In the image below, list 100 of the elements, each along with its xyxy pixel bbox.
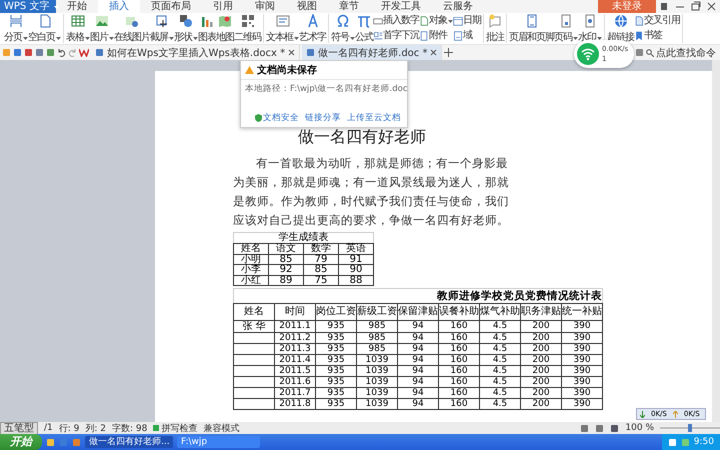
ribbon-button[interactable]: 图片 <box>90 14 114 43</box>
ribbon-small-button[interactable]: 书签 <box>634 30 680 42</box>
ribbon-button[interactable]: 分页 <box>4 14 28 43</box>
ribbon-button[interactable]: 空白页 <box>28 14 61 43</box>
wifi-icon <box>577 43 599 65</box>
ribbon-button[interactable]: 符号 <box>331 14 355 43</box>
popup-link[interactable]: 文档安全 <box>255 112 299 124</box>
calendar-icon <box>453 16 463 26</box>
table-cell: 390 <box>562 388 602 398</box>
scrollbar[interactable] <box>712 60 720 422</box>
input-method[interactable]: 五笔型 <box>0 422 38 434</box>
page-break-icon <box>9 14 23 28</box>
table-cell: 160 <box>438 398 480 410</box>
taskbar-window-button[interactable]: 做一名四有好老师... <box>85 436 173 448</box>
ribbon-small-button[interactable]: 交叉引用 <box>634 15 680 28</box>
table-cell: 4.5 <box>480 366 520 376</box>
zoom-slider-thumb[interactable] <box>688 424 692 432</box>
ribbon-button[interactable]: 地图 <box>216 14 234 43</box>
popup-title: 文档尚未保存 <box>257 64 317 77</box>
table-cell <box>234 354 274 366</box>
table-cell: 160 <box>438 354 480 366</box>
ribbon-button[interactable]: 页眉和页脚 <box>509 14 554 43</box>
ribbon-small-button[interactable]: 附件 <box>419 30 453 42</box>
table-cell: 89 <box>268 275 304 286</box>
app-menu-button[interactable]: WPS 文字 <box>0 0 56 13</box>
table-cell: 935 <box>316 354 356 366</box>
table-cell: 160 <box>438 376 480 388</box>
command-search-field[interactable]: 点此查找命令 <box>646 46 720 60</box>
picture-icon <box>95 14 109 28</box>
table-cell: 94 <box>398 376 438 388</box>
document-paragraph: 有一首歌最为动听，那就是师德；有一个身影最为美丽，那就是师魂；有一道风景线最为迷人，那就是教师。作为教师，时代赋予我们责任与使命，我们应该对自己提出更高的要求，争做一名四有好老师。 <box>233 155 509 229</box>
document-tab[interactable]: 做一名四有好老师.doc * <box>302 45 442 60</box>
ribbon-button[interactable]: 水印 <box>578 14 602 43</box>
menu-tab[interactable]: 视图 <box>286 0 328 13</box>
clock: 9:50 <box>694 437 714 447</box>
ribbon-button[interactable]: 在线图片 <box>114 14 150 43</box>
table-cell: 2011.8 <box>274 398 316 410</box>
table-cell: 小红 <box>234 275 268 286</box>
table-cell: 935 <box>316 332 356 344</box>
table-header-cell: 统一补贴 <box>562 304 602 320</box>
table-cell: 2011.7 <box>274 388 316 398</box>
table-cell: 200 <box>520 320 562 332</box>
menu-tab[interactable]: 页面布局 <box>140 0 202 13</box>
ribbon-button[interactable]: 表格 <box>66 14 90 43</box>
file-path: 本地路径：F:\wjp\做一名四有好老师.doc <box>245 84 408 95</box>
ribbon-button[interactable]: 艺术字 <box>299 14 326 43</box>
table-cell: 200 <box>520 376 562 388</box>
popup-link[interactable]: 上传至云文档 <box>347 112 401 124</box>
ribbon-small-button[interactable]: 对象 <box>419 15 453 28</box>
table-cell: 935 <box>316 398 356 410</box>
qr-code-icon <box>240 14 254 28</box>
table-cell: 2011.6 <box>274 376 316 388</box>
column-indicator: 列: 2 <box>85 422 106 434</box>
table-cell: 1039 <box>356 398 398 410</box>
ribbon-button[interactable]: 截屏 <box>150 14 174 43</box>
undo-icon[interactable] <box>57 48 66 57</box>
table-cell: 390 <box>562 398 602 410</box>
ribbon-button[interactable]: 二维码 <box>234 14 261 43</box>
menu-tab[interactable]: 云服务 <box>432 0 484 13</box>
table-cell: 985 <box>356 344 398 354</box>
table-cell: 4.5 <box>480 398 520 410</box>
table-cell: 160 <box>438 332 480 344</box>
ribbon-small-button[interactable]: 插入数字 <box>373 15 419 28</box>
table-header-cell: 薪级工资 <box>356 304 398 320</box>
table-cell: 200 <box>520 398 562 410</box>
ribbon-small-button[interactable]: 首字下沉 <box>373 30 419 42</box>
table-cell: 200 <box>520 344 562 354</box>
spell-check-toggle[interactable]: 拼写检查 <box>153 422 198 434</box>
close-icon[interactable] <box>288 49 296 56</box>
ribbon-button[interactable]: 公式 <box>355 14 373 43</box>
menu-tab[interactable]: 开发工具 <box>370 0 432 13</box>
zoom-slider[interactable] <box>660 424 720 432</box>
warning-icon <box>245 66 254 74</box>
shield-icon <box>255 114 262 122</box>
ribbon-small-button[interactable]: 域 <box>453 30 481 42</box>
table-header-cell: 煤气补助 <box>480 304 520 320</box>
ribbon-small-button[interactable]: 日期 <box>453 15 481 28</box>
table-cell: 1039 <box>356 366 398 376</box>
ribbon-button[interactable]: 形状 <box>174 14 198 43</box>
table-cell: 4.5 <box>480 320 520 332</box>
menu-tab[interactable]: 章节 <box>328 0 370 13</box>
table-cell: 94 <box>398 344 438 354</box>
ribbon-button[interactable]: 页码 <box>554 14 578 43</box>
w-logo-icon[interactable] <box>79 48 89 57</box>
menu-tab[interactable]: 开始 <box>56 0 98 13</box>
table-header-cell: 姓名 <box>234 304 274 320</box>
table-cell: 1039 <box>356 354 398 366</box>
table-cell: 390 <box>562 320 602 332</box>
menu-tab[interactable]: 插入 <box>98 0 140 13</box>
table-header-cell: 误餐补助 <box>438 304 480 320</box>
new-tab-icon[interactable] <box>444 48 454 57</box>
menu-tab[interactable]: 审阅 <box>244 0 286 13</box>
ribbon-button[interactable]: 文本框 <box>266 14 299 43</box>
menu-tab[interactable]: 引用 <box>202 0 244 13</box>
close-icon[interactable] <box>430 49 438 56</box>
taskbar-window-button[interactable]: F:\wjp <box>177 436 260 448</box>
popup-link[interactable]: 链接分享 <box>305 112 341 124</box>
ribbon-button[interactable]: 批注 <box>486 14 504 43</box>
table-cell: 935 <box>316 344 356 354</box>
ribbon-button[interactable]: 图表 <box>198 14 216 43</box>
